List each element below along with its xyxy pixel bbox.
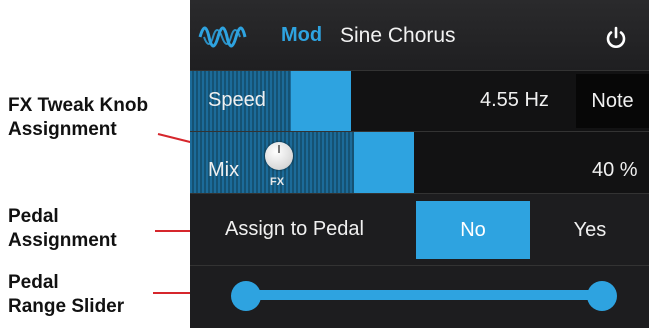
callout-fx-tweak-knob: FX Tweak Knob Assignment — [8, 94, 148, 142]
pedal-range-row — [190, 265, 649, 328]
power-icon[interactable] — [604, 26, 628, 50]
effect-header: Mod Sine Chorus — [190, 0, 649, 70]
pedal-range-min-handle[interactable] — [231, 281, 261, 311]
pedal-assign-yes-button[interactable]: Yes — [550, 201, 630, 259]
pedal-range-track[interactable] — [246, 290, 602, 300]
callout-range-line2: Range Slider — [8, 296, 125, 317]
pedal-assign-row: Assign to Pedal No Yes — [190, 193, 649, 265]
note-button[interactable]: Note — [576, 74, 649, 128]
fx-tag: FX — [270, 176, 285, 188]
speed-value: 4.55 Hz — [480, 89, 549, 111]
effect-model-name[interactable]: Sine Chorus — [340, 24, 456, 48]
callout-range-line1: Pedal — [8, 272, 59, 293]
callout-pedal-range-slider: Pedal Range Slider — [8, 271, 124, 319]
speed-label: Speed — [208, 89, 266, 111]
speed-param-row[interactable]: Speed 4.55 Hz Note — [190, 70, 649, 131]
callout-assign-line2: Assignment — [8, 230, 117, 251]
sine-wave-icon — [198, 26, 247, 48]
effect-category: Mod — [281, 24, 323, 46]
mix-param-row[interactable]: Mix FX 40 % — [190, 131, 649, 193]
mix-value: 40 % — [592, 159, 638, 181]
callout-assign-line1: Pedal — [8, 206, 59, 227]
fx-tweak-knob-icon[interactable] — [265, 142, 293, 170]
assign-to-pedal-label: Assign to Pedal — [225, 218, 364, 240]
callout-fx-line2: Assignment — [8, 119, 117, 140]
callout-pedal-assignment: Pedal Assignment — [8, 205, 117, 253]
callout-fx-line1: FX Tweak Knob — [8, 95, 149, 116]
pedal-assign-no-button[interactable]: No — [416, 201, 530, 259]
mix-level-handle[interactable] — [354, 132, 414, 193]
speed-level-handle[interactable] — [291, 71, 351, 131]
pedal-range-max-handle[interactable] — [587, 281, 617, 311]
mix-label: Mix — [208, 159, 240, 181]
mod-effect-panel: Mod Sine Chorus Speed 4.55 Hz Note Mix F… — [190, 0, 649, 328]
